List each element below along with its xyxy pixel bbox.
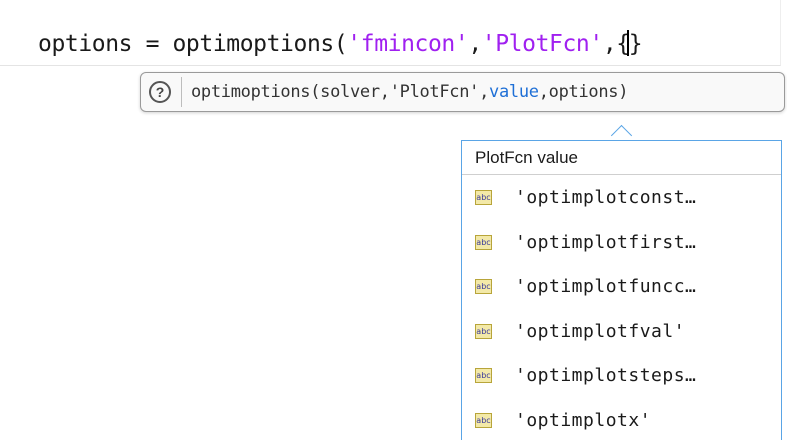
signature-suffix: ,options)	[539, 82, 628, 102]
completion-item-label: 'optimplotx'	[515, 410, 651, 431]
abc-string-icon: abc	[475, 279, 492, 294]
function-signature-tooltip: ? optimoptions(solver,'PlotFcn',value,op…	[140, 72, 785, 112]
editor-code-line[interactable]: options = optimoptions('fmincon','PlotFc…	[0, 0, 781, 66]
completion-item[interactable]: abc 'optimplotfval'	[462, 309, 781, 354]
abc-string-icon: abc	[475, 235, 492, 250]
abc-string-icon: abc	[475, 368, 492, 383]
signature-current-argument: value	[489, 82, 539, 102]
completion-item-label: 'optimplotconst…	[515, 187, 696, 208]
help-icon[interactable]: ?	[149, 81, 171, 103]
signature-text: optimoptions(solver,'PlotFcn',value,opti…	[191, 82, 628, 102]
code-text[interactable]: options = optimoptions('fmincon','PlotFc…	[38, 30, 642, 57]
code-separator-1: ,	[468, 31, 481, 57]
code-separator-2: ,{	[603, 31, 630, 57]
code-suffix: }	[629, 31, 642, 57]
signature-prefix: optimoptions(solver,'PlotFcn',	[191, 82, 489, 102]
completion-item[interactable]: abc 'optimplotsteps…	[462, 353, 781, 398]
abc-string-icon: abc	[475, 190, 492, 205]
abc-string-icon: abc	[475, 413, 492, 428]
completion-item[interactable]: abc 'optimplotfuncc…	[462, 264, 781, 309]
code-string-solver: 'fmincon'	[347, 31, 468, 57]
abc-string-icon: abc	[475, 324, 492, 339]
completion-list: abc 'optimplotconst… abc 'optimplotfirst…	[462, 175, 781, 442]
completion-item[interactable]: abc 'optimplotfirst…	[462, 220, 781, 265]
tooltip-divider	[181, 77, 182, 107]
completion-item-label: 'optimplotfuncc…	[515, 276, 696, 297]
completion-item-label: 'optimplotfirst…	[515, 232, 696, 253]
completion-item[interactable]: abc 'optimplotconst…	[462, 175, 781, 220]
completion-popup: PlotFcn value abc 'optimplotconst… abc '…	[461, 140, 782, 440]
completion-item-label: 'optimplotsteps…	[515, 365, 696, 386]
popup-header: PlotFcn value	[462, 141, 781, 175]
code-prefix: options = optimoptions(	[38, 31, 347, 57]
code-string-option: 'PlotFcn'	[482, 31, 603, 57]
completion-item-label: 'optimplotfval'	[515, 321, 685, 342]
completion-item[interactable]: abc 'optimplotx'	[462, 398, 781, 442]
